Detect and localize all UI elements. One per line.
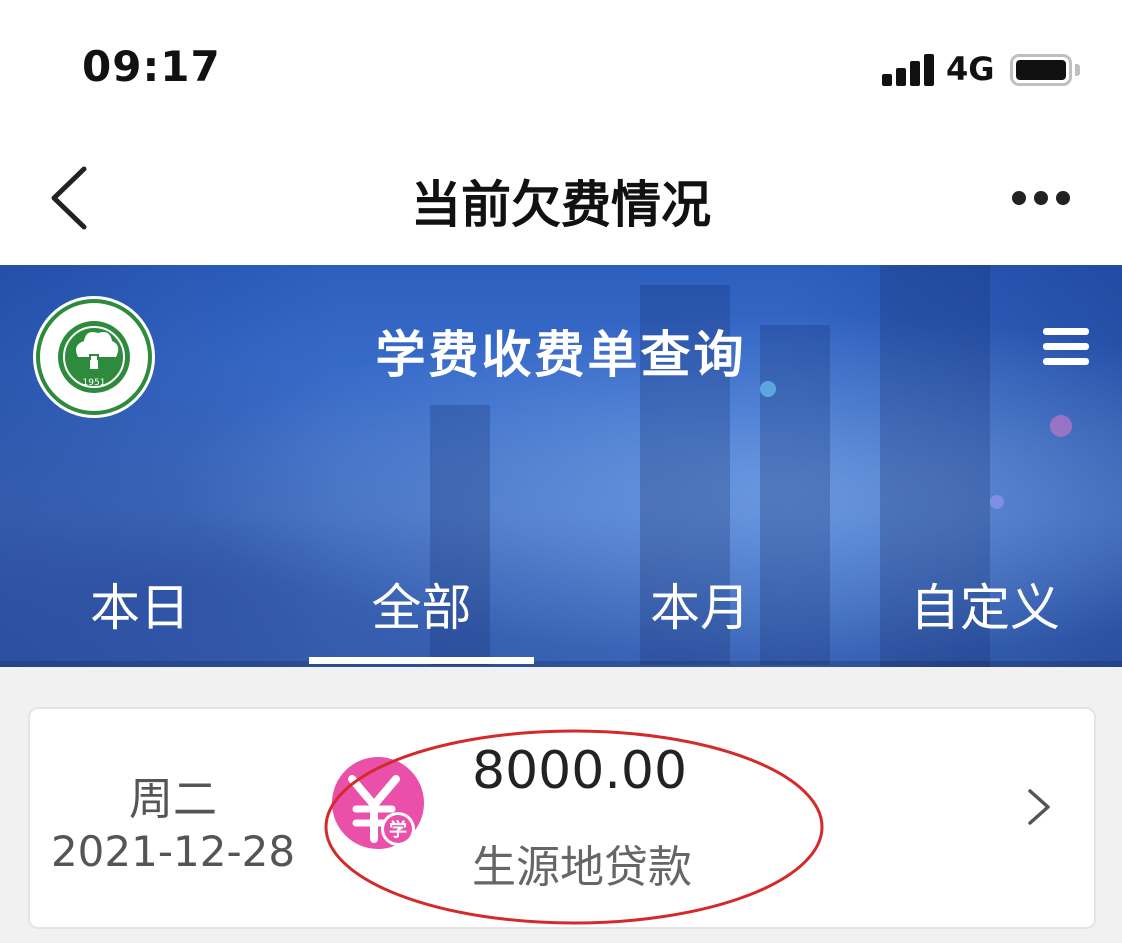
status-time: 09:17: [82, 42, 221, 91]
tab-all[interactable]: 全部: [309, 573, 534, 667]
banner: 1951 学费收费单查询 本日 全部 本月 自定义: [0, 265, 1122, 667]
record-weekday: 周二: [129, 774, 217, 825]
tab-month[interactable]: 本月: [590, 573, 810, 667]
battery-icon: [1010, 54, 1072, 86]
battery-cap: [1075, 64, 1080, 76]
chevron-right-icon: [1028, 789, 1050, 825]
more-horizontal-icon: [1012, 191, 1026, 205]
tab-today[interactable]: 本日: [30, 573, 250, 667]
list-item[interactable]: 周二 2021-12-28 学 8000.00 生源地贷款: [28, 707, 1096, 929]
banner-title: 学费收费单查询: [375, 326, 747, 384]
network-type: 4G: [946, 50, 995, 88]
hamburger-menu-icon: [1043, 328, 1089, 335]
more-button[interactable]: [1006, 185, 1076, 211]
active-tab-indicator: [309, 657, 534, 664]
menu-button[interactable]: [1043, 328, 1089, 366]
tab-bar: 本日 全部 本月 自定义: [0, 573, 1122, 667]
record-date: 2021-12-28: [50, 827, 296, 876]
nav-bar: 当前欠费情况: [0, 135, 1122, 265]
fee-list: 周二 2021-12-28 学 8000.00 生源地贷款: [0, 667, 1122, 943]
page-title: 当前欠费情况: [411, 176, 711, 234]
tab-custom[interactable]: 自定义: [870, 573, 1100, 667]
red-annotation-circle: [324, 729, 824, 925]
signal-strength-icon: [882, 52, 936, 86]
status-bar: 09:17 4G: [0, 0, 1122, 135]
